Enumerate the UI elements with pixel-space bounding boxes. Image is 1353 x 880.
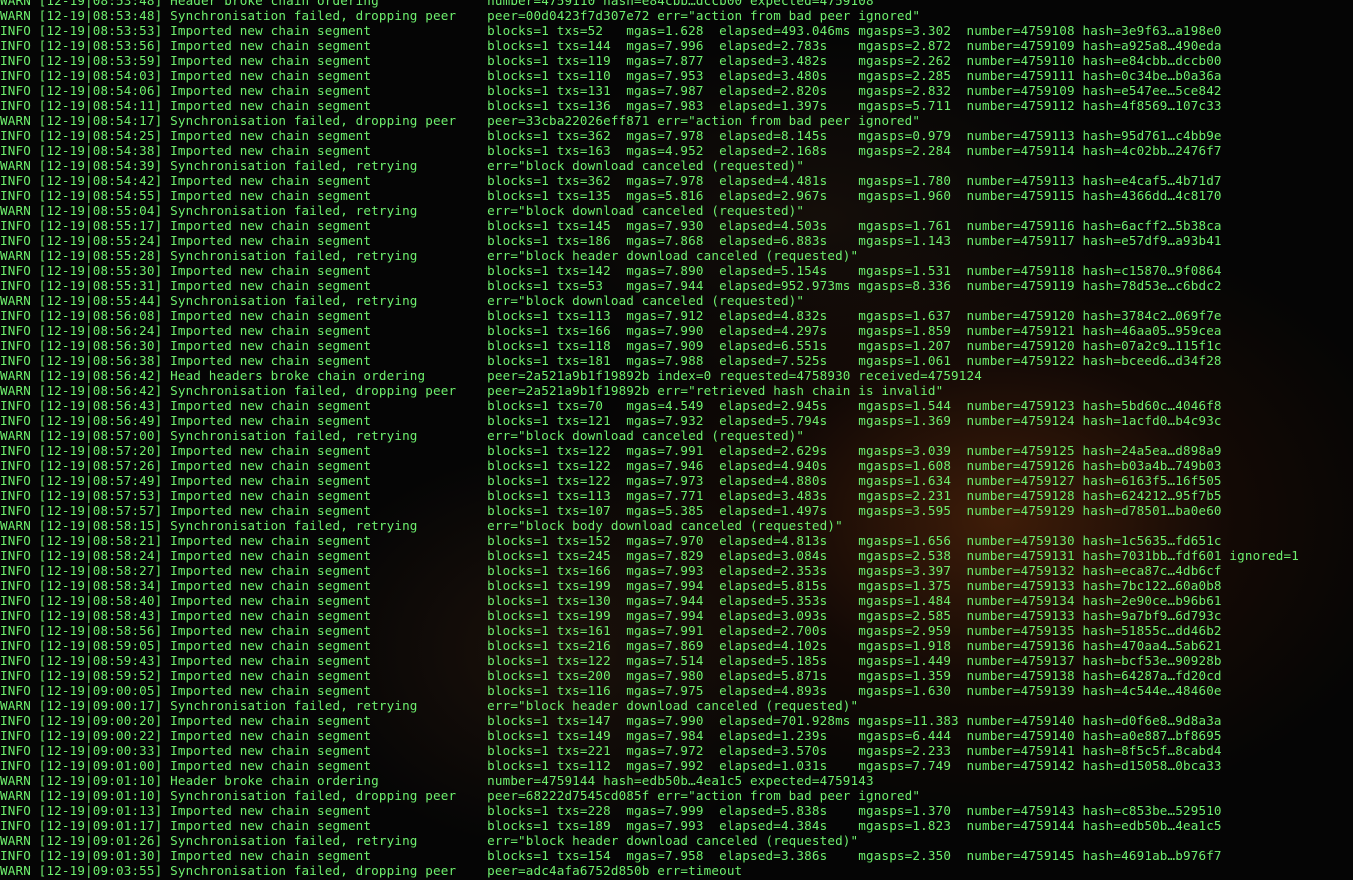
log-line: INFO [12-19|08:55:17] Imported new chain…	[0, 218, 1222, 233]
log-line: WARN [12-19|09:03:55] Synchronisation fa…	[0, 863, 743, 878]
log-line: WARN [12-19|08:53:48] Header broke chain…	[0, 0, 874, 8]
log-line: WARN [12-19|08:53:48] Synchronisation fa…	[0, 8, 921, 23]
log-line: INFO [12-19|08:56:49] Imported new chain…	[0, 413, 1222, 428]
log-output: WARN [12-19|08:53:48] Header broke chain…	[0, 0, 1299, 878]
log-line: INFO [12-19|08:56:30] Imported new chain…	[0, 338, 1222, 353]
log-line: INFO [12-19|09:00:05] Imported new chain…	[0, 683, 1222, 698]
log-line: INFO [12-19|08:57:53] Imported new chain…	[0, 488, 1222, 503]
log-line: WARN [12-19|09:01:26] Synchronisation fa…	[0, 833, 859, 848]
log-line: INFO [12-19|08:57:49] Imported new chain…	[0, 473, 1222, 488]
log-line: INFO [12-19|08:57:26] Imported new chain…	[0, 458, 1222, 473]
log-line: WARN [12-19|08:57:00] Synchronisation fa…	[0, 428, 805, 443]
log-line: INFO [12-19|09:01:30] Imported new chain…	[0, 848, 1222, 863]
log-line: INFO [12-19|08:55:30] Imported new chain…	[0, 263, 1222, 278]
log-line: INFO [12-19|08:56:24] Imported new chain…	[0, 323, 1222, 338]
log-line: WARN [12-19|08:55:04] Synchronisation fa…	[0, 203, 805, 218]
log-line: INFO [12-19|09:01:17] Imported new chain…	[0, 818, 1222, 833]
log-line: INFO [12-19|08:58:21] Imported new chain…	[0, 533, 1222, 548]
log-line: INFO [12-19|08:56:43] Imported new chain…	[0, 398, 1222, 413]
log-line: INFO [12-19|08:59:43] Imported new chain…	[0, 653, 1222, 668]
log-line: INFO [12-19|08:58:34] Imported new chain…	[0, 578, 1222, 593]
log-line: INFO [12-19|08:56:08] Imported new chain…	[0, 308, 1222, 323]
log-line: INFO [12-19|08:54:42] Imported new chain…	[0, 173, 1222, 188]
log-line: INFO [12-19|08:54:55] Imported new chain…	[0, 188, 1222, 203]
log-line: WARN [12-19|08:58:15] Synchronisation fa…	[0, 518, 843, 533]
log-line: WARN [12-19|08:54:39] Synchronisation fa…	[0, 158, 805, 173]
log-line: INFO [12-19|08:53:59] Imported new chain…	[0, 53, 1222, 68]
log-line: INFO [12-19|08:55:24] Imported new chain…	[0, 233, 1222, 248]
log-line: INFO [12-19|08:57:57] Imported new chain…	[0, 503, 1222, 518]
log-line: INFO [12-19|08:55:31] Imported new chain…	[0, 278, 1222, 293]
log-line: WARN [12-19|08:54:17] Synchronisation fa…	[0, 113, 921, 128]
log-line: WARN [12-19|09:01:10] Header broke chain…	[0, 773, 874, 788]
log-line: INFO [12-19|08:59:52] Imported new chain…	[0, 668, 1222, 683]
terminal-window[interactable]: WARN [12-19|08:53:48] Header broke chain…	[0, 0, 1353, 880]
log-line: INFO [12-19|08:58:40] Imported new chain…	[0, 593, 1222, 608]
log-line: INFO [12-19|08:58:43] Imported new chain…	[0, 608, 1222, 623]
log-line: INFO [12-19|08:54:38] Imported new chain…	[0, 143, 1222, 158]
log-line: INFO [12-19|08:56:38] Imported new chain…	[0, 353, 1222, 368]
log-line: INFO [12-19|08:53:56] Imported new chain…	[0, 38, 1222, 53]
log-line: WARN [12-19|08:55:44] Synchronisation fa…	[0, 293, 805, 308]
log-line: INFO [12-19|09:00:20] Imported new chain…	[0, 713, 1222, 728]
log-line: INFO [12-19|09:01:00] Imported new chain…	[0, 758, 1222, 773]
log-line: INFO [12-19|08:54:03] Imported new chain…	[0, 68, 1222, 83]
log-line: INFO [12-19|08:53:53] Imported new chain…	[0, 23, 1222, 38]
log-line: INFO [12-19|08:58:27] Imported new chain…	[0, 563, 1222, 578]
log-line: WARN [12-19|08:56:42] Head headers broke…	[0, 368, 982, 383]
log-line: INFO [12-19|08:54:25] Imported new chain…	[0, 128, 1222, 143]
log-line: INFO [12-19|09:00:22] Imported new chain…	[0, 728, 1222, 743]
log-line: WARN [12-19|09:01:10] Synchronisation fa…	[0, 788, 921, 803]
log-line: WARN [12-19|08:55:28] Synchronisation fa…	[0, 248, 859, 263]
log-line: INFO [12-19|09:00:33] Imported new chain…	[0, 743, 1222, 758]
log-line: INFO [12-19|08:59:05] Imported new chain…	[0, 638, 1222, 653]
log-line: INFO [12-19|08:58:24] Imported new chain…	[0, 548, 1299, 563]
log-line: INFO [12-19|09:01:13] Imported new chain…	[0, 803, 1222, 818]
log-line: INFO [12-19|08:54:06] Imported new chain…	[0, 83, 1222, 98]
log-line: WARN [12-19|08:56:42] Synchronisation fa…	[0, 383, 944, 398]
log-line: INFO [12-19|08:57:20] Imported new chain…	[0, 443, 1222, 458]
log-line: INFO [12-19|08:58:56] Imported new chain…	[0, 623, 1222, 638]
log-line: INFO [12-19|08:54:11] Imported new chain…	[0, 98, 1222, 113]
log-line: WARN [12-19|09:00:17] Synchronisation fa…	[0, 698, 859, 713]
